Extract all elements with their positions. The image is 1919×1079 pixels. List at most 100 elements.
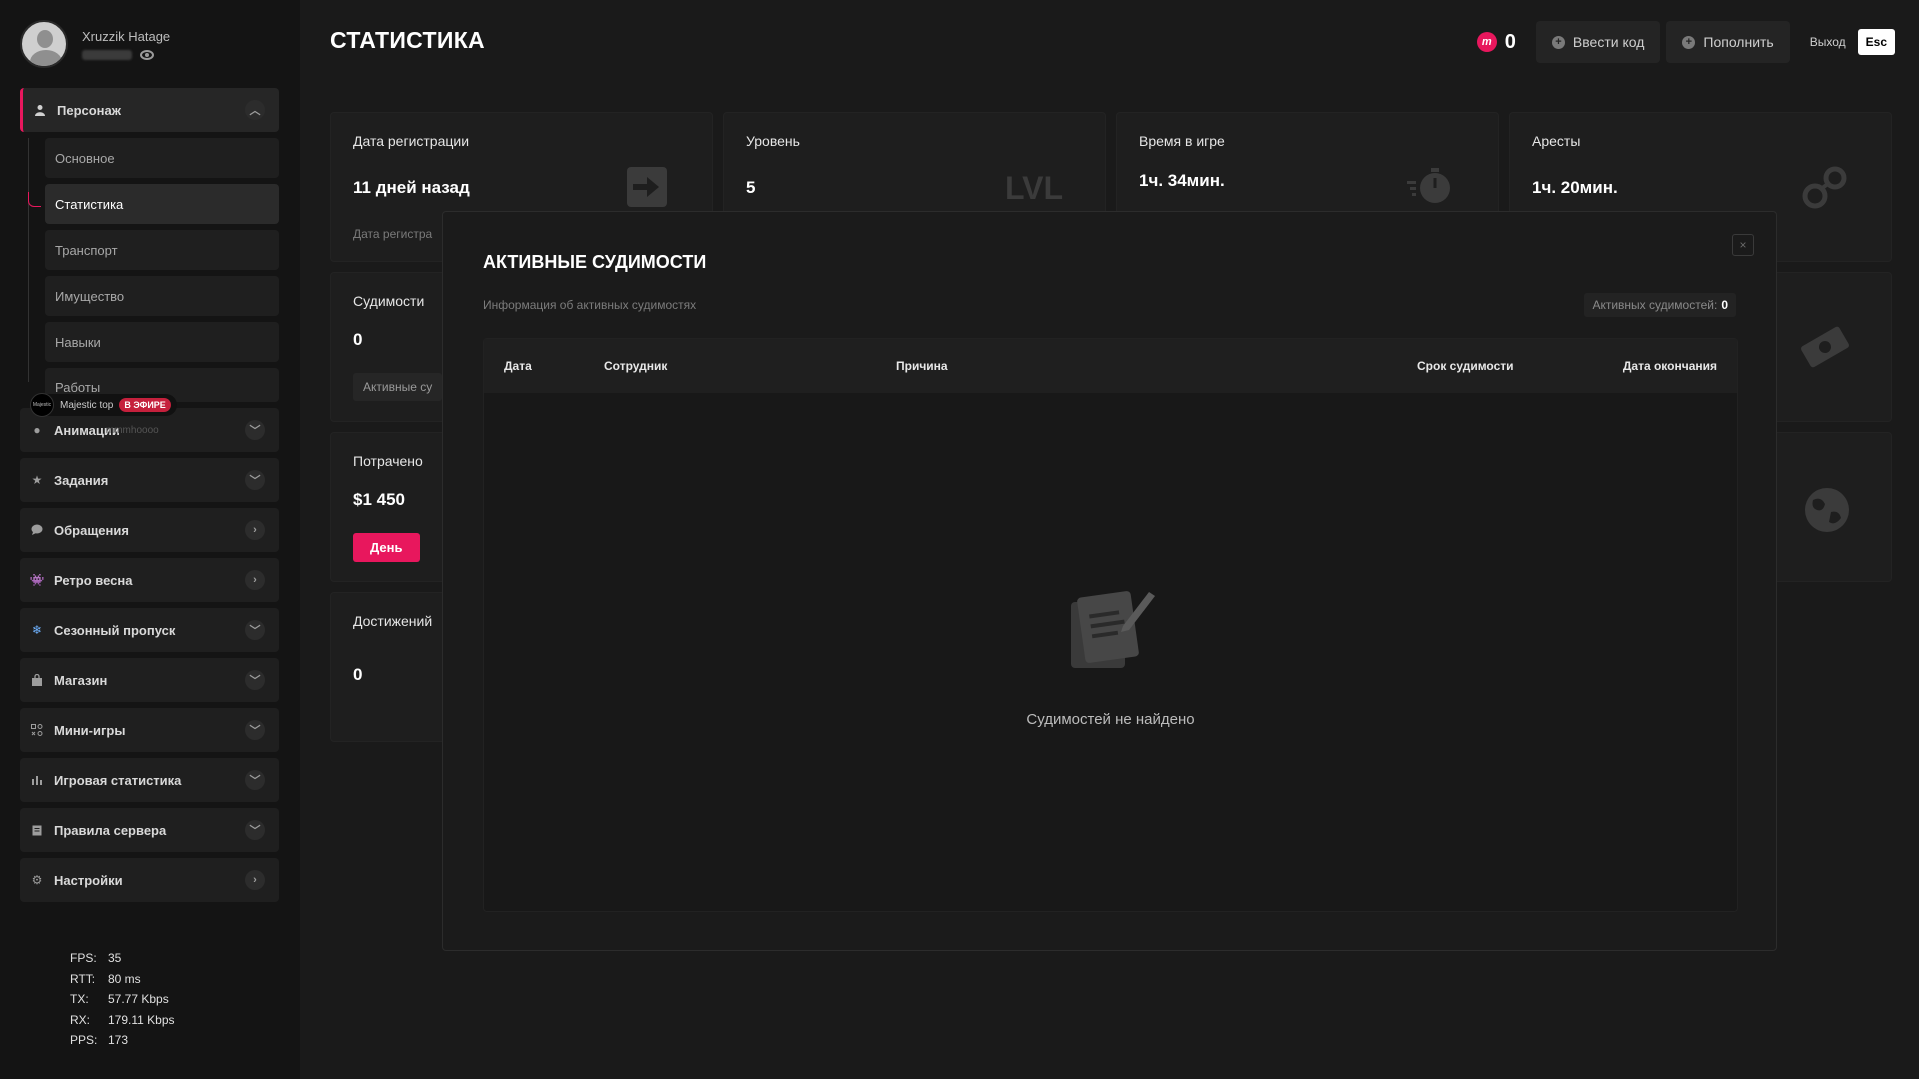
sidebar: Xruzzik Hatage Персонаж ︿ Основное Стати… xyxy=(0,0,300,1079)
cash-icon xyxy=(1799,321,1851,378)
clipboard-icon xyxy=(30,823,44,837)
sidebar-item-label: Персонаж xyxy=(57,102,121,118)
column-officer: Сотрудник xyxy=(604,359,668,373)
enter-code-button[interactable]: + Ввести код xyxy=(1535,21,1661,63)
rtt-value: 80 ms xyxy=(108,971,141,986)
page-title: СТАТИСТИКА xyxy=(330,27,485,53)
close-icon[interactable]: × xyxy=(1732,234,1754,256)
sidebar-item-settings[interactable]: ⚙ Настройки › xyxy=(20,858,279,902)
coin-count: 0 xyxy=(1504,30,1516,53)
chevron-down-icon[interactable]: ﹀ xyxy=(245,820,265,840)
table-header: Дата Сотрудник Причина Срок судимости Да… xyxy=(484,339,1737,393)
profile: Xruzzik Hatage xyxy=(20,20,170,68)
card-value: 1ч. 34мин. xyxy=(1139,171,1225,190)
chevron-down-icon[interactable]: ﹀ xyxy=(245,470,265,490)
card-label: Потрачено xyxy=(353,453,423,469)
card-label: Время в игре xyxy=(1139,133,1225,149)
sidebar-item-label: Задания xyxy=(54,472,109,488)
rtt-label: RTT: xyxy=(70,971,96,986)
sidebar-item-retro-spring[interactable]: 👾 Ретро весна › xyxy=(20,558,279,602)
sidebar-item-label: Мини-игры xyxy=(54,722,126,738)
sub-item-skills[interactable]: Навыки xyxy=(45,322,279,362)
gamepad-icon xyxy=(30,723,44,737)
card-label: Аресты xyxy=(1532,133,1581,149)
active-count-badge: Активных судимостей: 0 xyxy=(1584,293,1736,317)
document-icon xyxy=(1063,584,1159,681)
stream-widget[interactable]: Majestic Majestic top В ЭФИРЕ xyxy=(30,393,177,417)
card-label: Уровень xyxy=(746,133,800,149)
chevron-down-icon[interactable]: ﹀ xyxy=(245,420,265,440)
sub-item-main[interactable]: Основное xyxy=(45,138,279,178)
invader-icon: 👾 xyxy=(29,573,45,587)
sidebar-item-label: Ретро весна xyxy=(54,572,133,588)
pps-label: PPS: xyxy=(70,1033,98,1047)
sidebar-item-tickets[interactable]: Обращения › xyxy=(20,508,279,552)
chevron-right-icon[interactable]: › xyxy=(245,870,265,890)
sidebar-item-game-stats[interactable]: Игровая статистика ﹀ xyxy=(20,758,279,802)
animation-icon: ● xyxy=(33,423,41,437)
sub-item-statistics[interactable]: Статистика xyxy=(28,184,279,224)
chevron-right-icon[interactable]: › xyxy=(245,520,265,540)
top-up-button[interactable]: + Пополнить xyxy=(1666,21,1790,63)
active-convictions-button[interactable]: Активные су xyxy=(353,373,443,401)
card-value: 0 xyxy=(353,665,363,684)
sidebar-item-label: Правила сервера xyxy=(54,822,167,838)
column-end-date: Дата окончания xyxy=(1622,359,1717,373)
fps-label: FPS: xyxy=(70,951,97,965)
level-icon: LVL xyxy=(1004,170,1063,206)
card-value: 0 xyxy=(353,330,363,349)
day-button[interactable]: День xyxy=(353,533,420,562)
sidebar-item-server-rules[interactable]: Правила сервера ﹀ xyxy=(20,808,279,852)
active-count-value: 0 xyxy=(1721,298,1728,312)
modal-title: АКТИВНЫЕ СУДИМОСТИ xyxy=(483,252,707,272)
modal-subtitle: Информация об активных судимостях xyxy=(483,298,697,312)
column-reason: Причина xyxy=(896,359,948,373)
exit-label[interactable]: Выход xyxy=(1810,35,1846,49)
avatar xyxy=(20,20,68,68)
rx-value: 179.11 Kbps xyxy=(108,1012,175,1027)
live-badge: В ЭФИРЕ xyxy=(119,398,171,412)
stream-logo: Majestic xyxy=(30,393,54,417)
card-label: Судимости xyxy=(353,293,425,309)
fps-value: 35 xyxy=(108,951,122,965)
sidebar-item-label: Игровая статистика xyxy=(54,772,182,788)
chevron-down-icon[interactable]: ﹀ xyxy=(245,620,265,640)
coin-balance: m 0 xyxy=(1476,30,1516,54)
sidebar-item-shop[interactable]: Магазин ﹀ xyxy=(20,658,279,702)
profile-name: Xruzzik Hatage xyxy=(82,28,171,44)
top-up-label: Пополнить xyxy=(1703,34,1774,50)
chevron-up-icon[interactable]: ︿ xyxy=(245,100,265,120)
bar-chart-icon xyxy=(30,773,44,787)
chevron-down-icon[interactable]: ﹀ xyxy=(245,670,265,690)
card-value: 5 xyxy=(746,178,756,197)
globe-icon xyxy=(1803,486,1851,539)
esc-key[interactable]: Esc xyxy=(1857,29,1895,55)
stream-title: Majestic top xyxy=(60,399,114,411)
card-label: Достижений xyxy=(353,613,433,629)
card-label: Дата регистрации xyxy=(353,133,470,149)
eye-icon[interactable] xyxy=(140,49,154,60)
chevron-right-icon[interactable]: › xyxy=(245,570,265,590)
topbar: m 0 + Ввести код + Пополнить Выход Esc xyxy=(1476,21,1895,63)
chat-icon xyxy=(30,523,44,537)
card-value: 11 дней назад xyxy=(353,178,470,197)
convictions-modal: АКТИВНЫЕ СУДИМОСТИ Информация об активны… xyxy=(442,211,1777,951)
sidebar-item-quests[interactable]: ★ Задания ﹀ xyxy=(20,458,279,502)
sidebar-item-label: Обращения xyxy=(54,522,129,538)
convictions-table: Дата Сотрудник Причина Срок судимости Да… xyxy=(483,338,1738,912)
empty-message: Судимостей не найдено xyxy=(1026,711,1195,728)
sidebar-item-character[interactable]: Персонаж ︿ xyxy=(20,88,279,132)
user-icon xyxy=(33,103,47,117)
tx-label: TX: xyxy=(70,992,89,1006)
bag-icon xyxy=(30,673,44,687)
sub-item-transport[interactable]: Транспорт xyxy=(45,230,279,270)
chevron-down-icon[interactable]: ﹀ xyxy=(245,720,265,740)
gear-icon: ⚙ xyxy=(31,873,43,887)
enter-code-label: Ввести код xyxy=(1572,34,1645,50)
sidebar-item-label: Магазин xyxy=(54,672,108,688)
sub-item-property[interactable]: Имущество xyxy=(45,276,279,316)
sidebar-item-minigames[interactable]: Мини-игры ﹀ xyxy=(20,708,279,752)
sidebar-item-season-pass[interactable]: ❄ Сезонный пропуск ﹀ xyxy=(20,608,279,652)
chevron-down-icon[interactable]: ﹀ xyxy=(245,770,265,790)
card-sub: Дата регистра xyxy=(353,227,433,241)
